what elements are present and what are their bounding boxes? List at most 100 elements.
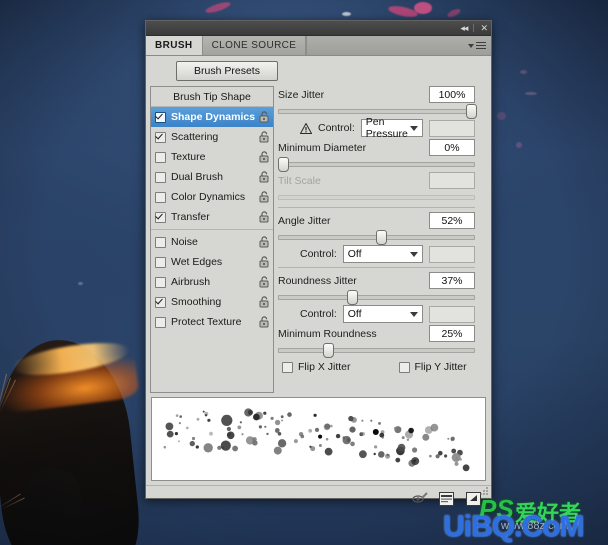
size-jitter-value[interactable]: 100%	[429, 86, 475, 103]
brush-stroke-preview	[151, 397, 486, 481]
brush-panel: ◂◂ ✕ BRUSH CLONE SOURCE Brush Presets Br…	[145, 20, 492, 506]
minimum-roundness-slider[interactable]	[278, 343, 475, 358]
lock-open-icon[interactable]	[259, 211, 270, 223]
option-row-protect-texture[interactable]: Protect Texture	[151, 312, 273, 332]
resize-grip[interactable]	[480, 487, 489, 496]
flip-y-jitter-checkbox[interactable]: Flip Y Jitter	[398, 361, 467, 373]
tab-clone-source[interactable]: CLONE SOURCE	[202, 36, 307, 55]
checkbox-box[interactable]	[155, 316, 166, 328]
new-preset-icon[interactable]	[439, 492, 454, 506]
roundness-control-dropdown[interactable]: Off	[342, 305, 423, 323]
tab-brush[interactable]: BRUSH	[146, 36, 203, 55]
option-label: Dual Brush	[171, 171, 223, 183]
angle-control-label: Control:	[300, 248, 337, 260]
option-label: Texture	[171, 151, 206, 163]
lock-open-icon[interactable]	[259, 316, 270, 328]
lock-open-icon[interactable]	[259, 151, 270, 163]
roundness-control-extra-value[interactable]	[429, 305, 475, 323]
option-row-smoothing[interactable]: Smoothing	[151, 292, 273, 312]
angle-control-extra-value[interactable]	[429, 245, 475, 263]
minimum-diameter-slider[interactable]	[278, 157, 475, 172]
brush-pointer-icon[interactable]	[412, 492, 428, 506]
option-label: Noise	[171, 236, 198, 248]
option-group-divider	[151, 229, 273, 230]
size-control-label: Control:	[318, 122, 355, 134]
size-control-dropdown[interactable]: Pen Pressure	[360, 116, 423, 140]
option-label: Protect Texture	[171, 316, 242, 328]
size-jitter-slider[interactable]	[278, 104, 477, 119]
checkbox-box[interactable]	[155, 276, 166, 288]
close-icon[interactable]: ✕	[480, 23, 487, 33]
checkbox-box	[398, 361, 410, 373]
minimum-diameter-value[interactable]: 0%	[429, 139, 475, 156]
size-control-value: Pen Pressure	[365, 116, 408, 140]
checkbox-box[interactable]	[155, 236, 166, 248]
option-label: Color Dynamics	[171, 191, 246, 203]
option-row-transfer[interactable]: Transfer	[151, 207, 273, 227]
checkbox-box[interactable]	[155, 111, 166, 123]
checkbox-box[interactable]	[155, 191, 166, 203]
angle-jitter-row: Angle Jitter 52%	[278, 212, 475, 229]
checkbox-box[interactable]	[155, 131, 166, 143]
angle-jitter-value[interactable]: 52%	[429, 212, 475, 229]
option-row-noise[interactable]: Noise	[151, 232, 273, 252]
brush-presets-button[interactable]: Brush Presets	[176, 61, 278, 81]
lock-open-icon[interactable]	[259, 256, 270, 268]
brush-options-list: Brush Tip Shape Shape Dynamics Scattering…	[150, 86, 274, 393]
minimum-roundness-value[interactable]: 25%	[429, 325, 475, 342]
tilt-scale-row: Tilt Scale	[278, 172, 475, 189]
size-control-extra-value[interactable]	[429, 119, 475, 137]
roundness-control-value: Off	[347, 308, 362, 320]
checkbox-box[interactable]	[155, 296, 166, 308]
divider	[278, 207, 475, 208]
panel-menu-icon[interactable]	[468, 41, 486, 50]
lock-open-icon[interactable]	[259, 236, 270, 248]
panel-footer	[146, 485, 491, 512]
option-row-texture[interactable]: Texture	[151, 147, 273, 167]
flip-x-jitter-checkbox[interactable]: Flip X Jitter	[282, 361, 351, 373]
create-new-brush-icon[interactable]	[466, 492, 481, 506]
roundness-control-label: Control:	[300, 308, 337, 320]
roundness-jitter-value[interactable]: 37%	[429, 272, 475, 289]
option-row-shape-dynamics[interactable]: Shape Dynamics	[151, 107, 273, 127]
brush-tip-shape-item[interactable]: Brush Tip Shape	[151, 87, 273, 107]
lock-open-icon[interactable]	[259, 296, 270, 308]
collapse-arrows-icon[interactable]: ◂◂	[460, 23, 468, 33]
chevron-down-icon	[410, 251, 418, 257]
panel-tabbar: BRUSH CLONE SOURCE	[146, 36, 491, 56]
angle-control-dropdown[interactable]: Off	[342, 245, 423, 263]
option-label: Smoothing	[171, 296, 222, 308]
option-label: Shape Dynamics	[171, 111, 256, 123]
tilt-scale-slider	[278, 190, 475, 203]
size-jitter-label: Size Jitter	[278, 88, 325, 101]
flip-jitter-row: Flip X Jitter Flip Y Jitter	[278, 358, 475, 376]
option-rows: Shape Dynamics Scattering Texture Dual Brus…	[151, 107, 273, 332]
angle-jitter-label: Angle Jitter	[278, 214, 331, 227]
checkbox-box[interactable]	[155, 211, 166, 223]
angle-jitter-slider[interactable]	[278, 230, 475, 245]
checkbox-box[interactable]	[155, 256, 166, 268]
option-row-dual-brush[interactable]: Dual Brush	[151, 167, 273, 187]
checkbox-box[interactable]	[155, 151, 166, 163]
lock-open-icon[interactable]	[259, 111, 270, 123]
checkbox-box	[282, 361, 293, 373]
lock-open-icon[interactable]	[259, 191, 270, 203]
option-row-scattering[interactable]: Scattering	[151, 127, 273, 147]
lock-open-icon[interactable]	[259, 276, 270, 288]
angle-control-value: Off	[347, 248, 362, 260]
checkbox-box[interactable]	[155, 171, 166, 183]
size-jitter-row: Size Jitter 100%	[278, 86, 475, 103]
lock-open-icon[interactable]	[259, 131, 270, 143]
lock-open-icon[interactable]	[259, 171, 270, 183]
roundness-jitter-slider[interactable]	[278, 290, 475, 305]
option-label: Airbrush	[171, 276, 211, 288]
minimum-roundness-row: Minimum Roundness 25%	[278, 325, 475, 342]
option-row-wet-edges[interactable]: Wet Edges	[151, 252, 273, 272]
option-row-color-dynamics[interactable]: Color Dynamics	[151, 187, 273, 207]
option-label: Transfer	[171, 211, 210, 223]
minimum-diameter-row: Minimum Diameter 0%	[278, 139, 475, 156]
preset-row: Brush Presets	[146, 56, 491, 86]
option-row-airbrush[interactable]: Airbrush	[151, 272, 273, 292]
dynamics-controls: Size Jitter 100% Control: Pen Pressure M…	[278, 86, 487, 393]
divider	[278, 267, 475, 268]
